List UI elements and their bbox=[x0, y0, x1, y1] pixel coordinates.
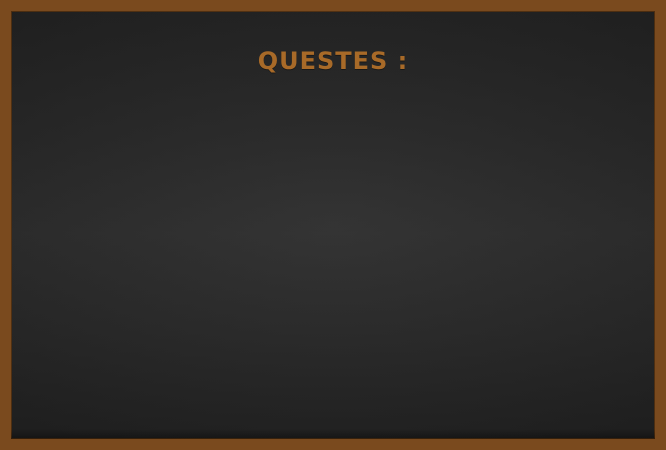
quest-board-title: QUESTES : bbox=[257, 47, 409, 75]
quest-list bbox=[41, 101, 625, 409]
quest-board-frame: QUESTES : bbox=[0, 0, 666, 450]
